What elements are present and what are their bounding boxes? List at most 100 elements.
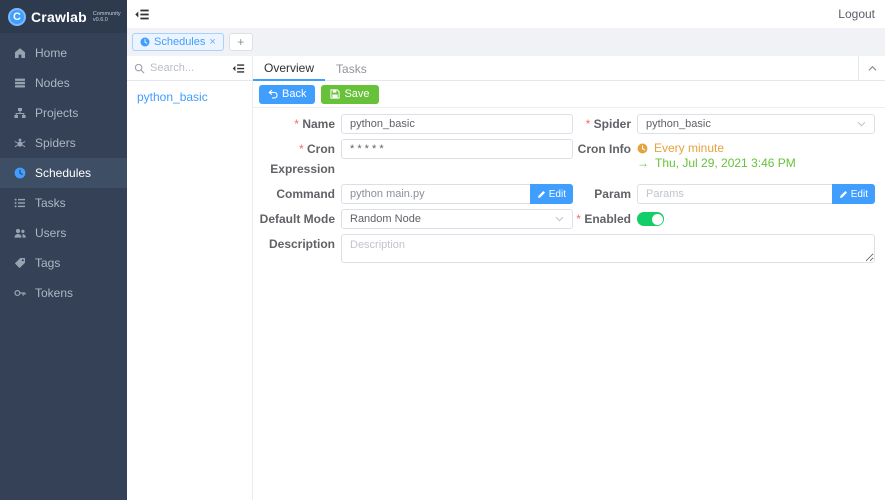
- sidebar-item-label: Users: [35, 226, 66, 240]
- crawlab-app: C Crawlab Community v0.6.0 Home Nodes: [0, 0, 885, 500]
- key-icon: [14, 287, 26, 299]
- default-mode-value: Random Node: [350, 213, 421, 225]
- default-mode-select[interactable]: Random Node: [341, 209, 573, 229]
- enabled-toggle[interactable]: [637, 212, 664, 226]
- schedule-list-panel: python_basic: [127, 56, 253, 500]
- clock-icon: [140, 37, 150, 47]
- schedule-detail: Overview Tasks Back Save Name: [253, 56, 885, 500]
- sidebar: C Crawlab Community v0.6.0 Home Nodes: [0, 0, 127, 500]
- description-textarea[interactable]: [341, 234, 875, 263]
- sidebar-item-spiders[interactable]: Spiders: [0, 128, 127, 158]
- add-tab-button[interactable]: +: [229, 33, 253, 51]
- action-bar: Back Save: [253, 81, 885, 108]
- tab-tasks[interactable]: Tasks: [325, 56, 378, 81]
- top-header: Logout: [127, 0, 885, 28]
- sidebar-item-label: Tokens: [35, 286, 73, 300]
- chevron-down-icon: [857, 121, 866, 127]
- tasks-icon: [14, 197, 26, 209]
- chevron-down-icon: [555, 216, 564, 222]
- command-label: Command: [257, 184, 341, 204]
- spider-select[interactable]: python_basic: [637, 114, 875, 134]
- form-item-name: Name: [257, 114, 573, 134]
- command-input[interactable]: [341, 184, 530, 204]
- search-row: [127, 56, 252, 81]
- form-item-cron-info: Cron Info Every minute → Thu, Jul 29, 20…: [573, 139, 875, 179]
- back-button[interactable]: Back: [259, 85, 315, 104]
- cron-schedule-text: Every minute: [654, 141, 724, 156]
- param-label: Param: [573, 184, 637, 204]
- name-label: Name: [257, 114, 341, 134]
- collapse-panel-button[interactable]: [858, 56, 885, 80]
- nodes-icon: [14, 77, 26, 89]
- sidebar-item-users[interactable]: Users: [0, 218, 127, 248]
- sidebar-item-tags[interactable]: Tags: [0, 248, 127, 278]
- command-edit-button[interactable]: Edit: [530, 184, 573, 204]
- sidebar-item-schedules[interactable]: Schedules: [0, 158, 127, 188]
- chevron-up-icon: [868, 65, 877, 72]
- sidebar-item-tasks[interactable]: Tasks: [0, 188, 127, 218]
- clock-icon: [14, 167, 26, 179]
- param-edit-button[interactable]: Edit: [832, 184, 875, 204]
- sidebar-item-label: Tags: [35, 256, 60, 270]
- sidebar-menu: Home Nodes Projects Spiders: [0, 33, 127, 308]
- edit-pencil-icon: [537, 190, 546, 199]
- list-item-python-basic[interactable]: python_basic: [127, 81, 252, 113]
- cron-schedule-line: Every minute: [637, 141, 875, 156]
- param-input[interactable]: [637, 184, 832, 204]
- back-button-label: Back: [282, 88, 306, 100]
- sidebar-item-label: Schedules: [35, 166, 91, 180]
- save-button-label: Save: [344, 88, 369, 100]
- description-label: Description: [257, 234, 341, 254]
- app-edition: Community v0.6.0: [93, 11, 121, 23]
- open-tab-label: Schedules: [154, 36, 205, 48]
- sidebar-item-label: Nodes: [35, 76, 70, 90]
- form-item-cron-expression: Cron Expression: [257, 139, 573, 179]
- form-item-default-mode: Default Mode Random Node: [257, 209, 573, 229]
- default-mode-label: Default Mode: [257, 209, 341, 229]
- close-icon[interactable]: ×: [209, 37, 215, 48]
- search-input[interactable]: [150, 62, 227, 74]
- form-item-description: Description: [257, 234, 875, 268]
- sidebar-item-label: Home: [35, 46, 67, 60]
- cron-info-label: Cron Info: [573, 139, 637, 159]
- sidebar-item-projects[interactable]: Projects: [0, 98, 127, 128]
- form-item-param: Param Edit: [573, 184, 875, 204]
- tag-icon: [14, 257, 26, 269]
- name-input[interactable]: [341, 114, 573, 134]
- tab-overview[interactable]: Overview: [253, 56, 325, 81]
- sidebar-item-label: Tasks: [35, 196, 66, 210]
- sidebar-item-tokens[interactable]: Tokens: [0, 278, 127, 308]
- open-tabs-bar: Schedules × +: [127, 28, 885, 56]
- projects-icon: [14, 107, 26, 119]
- app-title: Crawlab: [31, 9, 87, 25]
- save-icon: [330, 89, 340, 99]
- crawlab-logo-icon: C: [8, 8, 26, 26]
- sidebar-item-nodes[interactable]: Nodes: [0, 68, 127, 98]
- filter-icon[interactable]: [232, 63, 245, 74]
- logout-button[interactable]: Logout: [838, 7, 875, 21]
- cron-next-run-text: Thu, Jul 29, 2021 3:46 PM: [655, 156, 796, 171]
- clock-icon: [637, 143, 648, 154]
- version-label: v0.6.0: [93, 17, 121, 23]
- cron-expression-input[interactable]: [341, 139, 573, 159]
- edit-pencil-icon: [839, 190, 848, 199]
- schedule-form: Name Spider python_basic Cron Ex: [253, 108, 885, 268]
- sidebar-fold-icon[interactable]: [134, 8, 150, 21]
- open-tab-schedules[interactable]: Schedules ×: [132, 33, 224, 51]
- undo-icon: [268, 89, 278, 99]
- form-item-spider: Spider python_basic: [573, 114, 875, 134]
- search-icon: [134, 63, 145, 74]
- cron-next-run-line: → Thu, Jul 29, 2021 3:46 PM: [637, 156, 875, 171]
- app-logo[interactable]: C Crawlab Community v0.6.0: [0, 0, 127, 33]
- spider-label: Spider: [573, 114, 637, 134]
- users-icon: [14, 227, 26, 239]
- detail-tabs: Overview Tasks: [253, 56, 885, 81]
- enabled-label: Enabled: [573, 209, 637, 229]
- save-button[interactable]: Save: [321, 85, 378, 104]
- cron-expression-label: Cron Expression: [257, 139, 341, 179]
- param-edit-label: Edit: [851, 189, 868, 200]
- form-item-command: Command Edit: [257, 184, 573, 204]
- sidebar-item-home[interactable]: Home: [0, 38, 127, 68]
- home-icon: [14, 47, 26, 59]
- spider-icon: [14, 137, 26, 149]
